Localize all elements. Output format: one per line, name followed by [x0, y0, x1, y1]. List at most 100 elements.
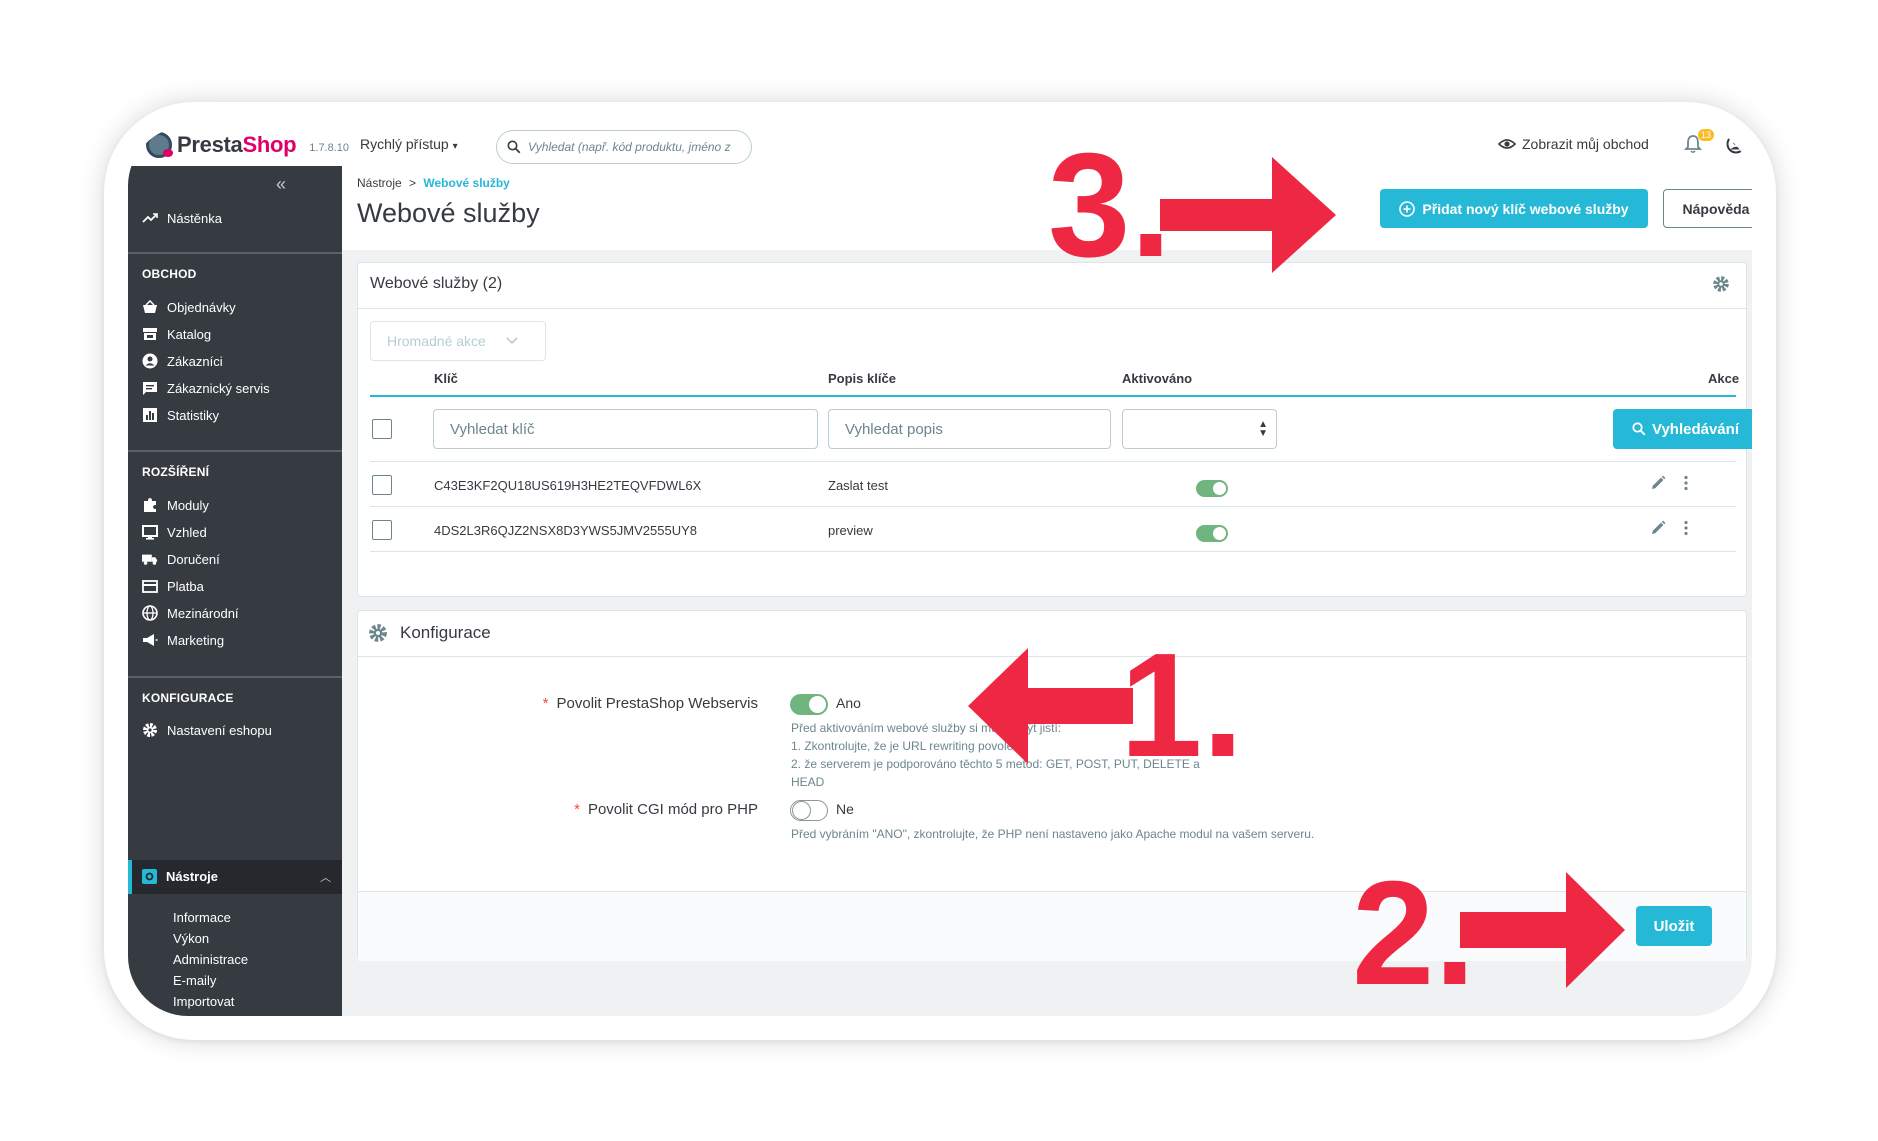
more-actions-icon[interactable] [1684, 520, 1688, 536]
add-circle-icon [1399, 200, 1416, 217]
monitor-icon [142, 524, 158, 540]
sidebar-item-statistics[interactable]: Statistiky [142, 407, 219, 423]
sidebar-subitem-emails[interactable]: E-maily [173, 973, 216, 988]
enable-cgi-mode-value: Ne [836, 801, 854, 817]
bulk-actions-dropdown[interactable]: Hromadné akce [370, 321, 546, 361]
select-all-checkbox[interactable] [372, 419, 392, 439]
sidebar-divider [128, 450, 342, 452]
sidebar-subitem-administration[interactable]: Administrace [173, 952, 248, 967]
active-toggle[interactable] [1196, 480, 1228, 497]
required-asterisk: * [542, 695, 549, 712]
search-button-label: Vyhledávání [1652, 420, 1739, 438]
enable-cgi-mode-label: * Povolit CGI mód pro PHP [398, 801, 758, 818]
filter-description-input[interactable]: Vyhledat popis [828, 409, 1111, 449]
column-header-active[interactable]: Aktivováno [1122, 371, 1192, 386]
key-description: Zaslat test [828, 478, 888, 493]
sidebar-item-label: Marketing [167, 632, 225, 648]
breadcrumb-parent-link[interactable]: Nástroje [357, 176, 402, 190]
sidebar-subitem-import[interactable]: Importovat [173, 994, 234, 1009]
webservice-key: C43E3KF2QU18US619H3HE2TEQVFDWL6X [434, 478, 702, 493]
view-shop-link[interactable]: Zobrazit můj obchod [1498, 136, 1649, 152]
sidebar-item-label: Statistiky [167, 407, 220, 423]
quick-access-menu[interactable]: Rychlý přístup ▾ [360, 136, 458, 152]
search-input[interactable]: Vyhledat (např. kód produktu, jméno z [496, 130, 752, 164]
enable-cgi-mode-toggle[interactable] [790, 800, 828, 821]
more-actions-icon[interactable] [1684, 475, 1688, 491]
row-checkbox[interactable] [372, 520, 392, 540]
header-underline [370, 395, 1736, 397]
top-bar: PrestaShop 1.7.8.10 Rychlý přístup ▾ Vyh… [128, 126, 1752, 166]
chevron-down-icon [506, 337, 518, 345]
user-account-icon[interactable] [1726, 134, 1746, 154]
enable-webservice-label: * Povolit PrestaShop Webservis [398, 695, 758, 712]
sidebar-subitem-information[interactable]: Informace [173, 910, 231, 925]
help-button[interactable]: Nápověda [1663, 189, 1752, 228]
cgi-mode-help-text: Před vybráním "ANO", zkontrolujte, že PH… [791, 825, 1351, 843]
page-title: Webové služby [357, 198, 540, 228]
store-icon [142, 326, 158, 342]
sidebar-item-catalog[interactable]: Katalog [142, 326, 211, 342]
add-webservice-key-label: Přidat nový klíč webové služby [1422, 200, 1629, 217]
add-webservice-key-button[interactable]: Přidat nový klíč webové služby [1380, 189, 1648, 228]
filter-active-select[interactable]: ▲ ▼ [1122, 409, 1277, 449]
breadcrumb-separator: > [409, 176, 417, 190]
quick-access-label: Rychlý přístup [360, 136, 449, 152]
help-line: Před vybráním "ANO", zkontrolujte, že PH… [791, 827, 1315, 841]
search-button[interactable]: Vyhledávání [1613, 409, 1752, 449]
sidebar-item-customer-service[interactable]: Zákaznický servis [142, 380, 270, 396]
edit-pencil-icon[interactable] [1650, 475, 1666, 491]
sidebar-item-label: Mezinárodní [167, 605, 239, 621]
active-toggle[interactable] [1196, 525, 1228, 542]
shopping-basket-icon [142, 299, 158, 315]
sidebar-item-shipping[interactable]: Doručení [142, 551, 220, 567]
breadcrumb-current[interactable]: Webové služby [423, 176, 509, 190]
select-arrows-icon: ▲ ▼ [1258, 419, 1268, 439]
column-header-actions: Akce [1708, 371, 1740, 386]
sidebar-item-marketing[interactable]: Marketing [142, 632, 224, 648]
gear-icon [142, 722, 158, 738]
sidebar-item-dashboard[interactable]: Nástěnka [142, 210, 222, 226]
sidebar-item-label: Moduly [167, 497, 209, 513]
save-button[interactable]: Uložit [1636, 906, 1712, 946]
sidebar-item-label: Nastavení eshopu [167, 722, 272, 738]
row-divider [370, 506, 1736, 507]
sidebar-item-label: Platba [167, 578, 204, 594]
edit-pencil-icon[interactable] [1650, 520, 1666, 536]
sidebar-section-title: OBCHOD [142, 267, 197, 281]
notification-count-badge: 13 [1698, 129, 1714, 141]
caret-down-icon: ▾ [452, 141, 458, 152]
filter-key-input[interactable]: Vyhledat klíč [433, 409, 818, 449]
configuration-gear-icon [368, 623, 388, 643]
column-header-description[interactable]: Popis klíče [828, 371, 896, 386]
sidebar-item-orders[interactable]: Objednávky [142, 299, 236, 315]
sidebar-item-customers[interactable]: Zákazníci [142, 353, 223, 369]
sidebar-item-shop-parameters[interactable]: Nastavení eshopu [142, 722, 272, 738]
collapse-sidebar-icon[interactable]: « [276, 174, 286, 195]
required-asterisk: * [574, 801, 580, 818]
enable-webservice-toggle[interactable] [790, 694, 828, 715]
search-icon [1632, 422, 1646, 436]
row-divider [370, 551, 1736, 552]
list-settings-gear-icon[interactable] [1712, 275, 1730, 293]
search-placeholder: Vyhledat (např. kód produktu, jméno z [528, 140, 731, 154]
sidebar-item-design[interactable]: Vzhled [142, 524, 207, 540]
configuration-title: Konfigurace [400, 623, 491, 642]
step-1-arrow-icon [968, 648, 1133, 764]
prestashop-logo[interactable]: PrestaShop 1.7.8.10 [146, 132, 349, 158]
sidebar-item-label: Doručení [167, 551, 220, 567]
megaphone-icon [142, 632, 158, 648]
sidebar-section-title: ROZŠÍŘENÍ [142, 465, 210, 479]
column-header-key[interactable]: Klíč [434, 371, 458, 386]
list-title: Webové služby (2) [370, 275, 503, 292]
sidebar-item-advanced-parameters[interactable]: Nástroje ︿ [128, 860, 342, 894]
sidebar-item-international[interactable]: Mezinárodní [142, 605, 239, 621]
view-shop-label: Zobrazit můj obchod [1522, 136, 1649, 152]
sidebar-item-modules[interactable]: Moduly [142, 497, 209, 513]
sidebar-divider [128, 252, 342, 254]
breadcrumb: Nástroje > Webové služby [357, 176, 510, 190]
step-3-arrow-icon [1160, 157, 1336, 273]
row-checkbox[interactable] [372, 475, 392, 495]
step-2-arrow-icon [1460, 872, 1625, 988]
sidebar-subitem-performance[interactable]: Výkon [173, 931, 209, 946]
sidebar-item-payment[interactable]: Platba [142, 578, 204, 594]
